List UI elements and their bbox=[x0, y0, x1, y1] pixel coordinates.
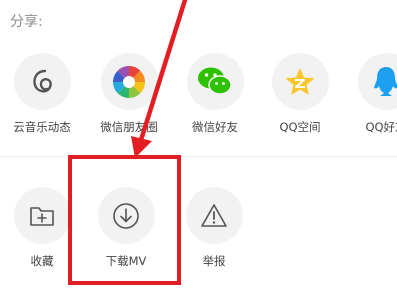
folder-plus-icon bbox=[13, 187, 71, 244]
section-divider bbox=[0, 156, 397, 157]
share-item-label: 云音乐动态 bbox=[13, 120, 71, 134]
share-item-label: QQ空间 bbox=[279, 120, 321, 134]
share-item-label: 微信好友 bbox=[192, 120, 238, 134]
share-label: 分享: bbox=[10, 14, 43, 30]
share-item-label: QQ好友 bbox=[365, 120, 397, 134]
wechat-moments-icon bbox=[100, 53, 158, 110]
qq-icon bbox=[357, 53, 397, 110]
share-qzone-item[interactable]: QQ空间 bbox=[260, 53, 340, 135]
report-button[interactable]: 举报 bbox=[174, 187, 254, 269]
cloud-music-icon bbox=[13, 53, 71, 110]
share-item-label: 微信朋友圈 bbox=[100, 120, 158, 134]
warning-icon bbox=[185, 187, 243, 244]
action-item-label: 举报 bbox=[202, 254, 226, 268]
share-cloud-music-item[interactable]: 云音乐动态 bbox=[2, 53, 82, 135]
share-wechat-item[interactable]: 微信好友 bbox=[175, 53, 255, 135]
wechat-icon bbox=[186, 53, 244, 110]
share-wechat-moments-item[interactable]: 微信朋友圈 bbox=[89, 53, 169, 135]
share-qq-item[interactable]: QQ好友 bbox=[346, 53, 397, 135]
highlight-box bbox=[68, 155, 181, 285]
qzone-icon bbox=[271, 53, 329, 110]
